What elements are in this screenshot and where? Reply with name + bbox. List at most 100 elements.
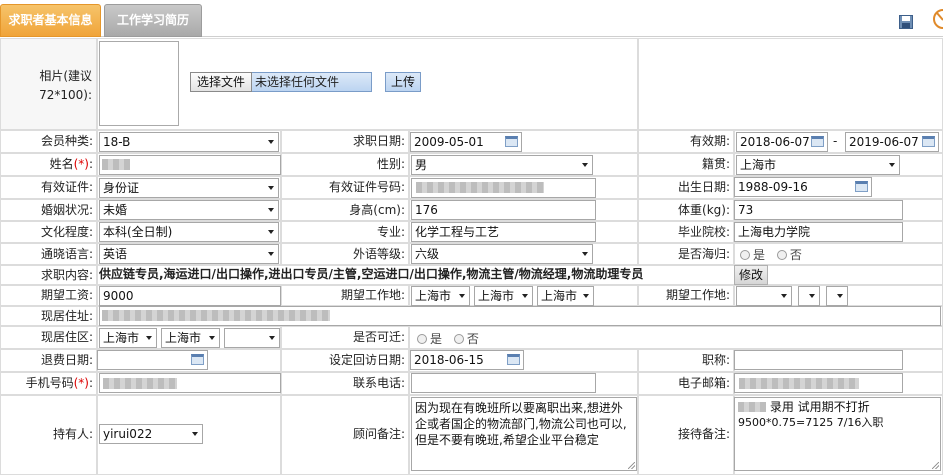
- upload-button[interactable]: 上传: [385, 72, 421, 92]
- loc1-value: 上海市: [415, 289, 452, 303]
- calendar-icon[interactable]: [811, 136, 824, 147]
- refund-date-input[interactable]: [97, 350, 208, 370]
- close-icon[interactable]: [931, 8, 943, 32]
- reception-note-line1: 录用 试用期不打折: [738, 400, 937, 415]
- expected-location-city[interactable]: 上海市: [474, 286, 533, 306]
- valid-from-input[interactable]: 2018-06-07: [736, 132, 828, 152]
- chevron-down-icon: [781, 294, 787, 298]
- returnee-radio-group: 是 否: [740, 246, 802, 263]
- major-value: 化学工程与工艺: [415, 225, 500, 239]
- valid-from-value: 2018-06-07: [740, 135, 810, 149]
- foreign-level-select[interactable]: 六级: [411, 244, 593, 264]
- member-type-value: 18-B: [103, 135, 131, 149]
- member-type-select[interactable]: 18-B: [99, 132, 279, 152]
- school-input[interactable]: 上海电力学院: [734, 222, 903, 242]
- gender-label: 性别:: [281, 153, 409, 176]
- apply-date-input[interactable]: 2009-05-01: [410, 132, 522, 152]
- height-input[interactable]: 176: [411, 200, 596, 220]
- required-suffix: :: [88, 157, 93, 171]
- height-value: 176: [415, 203, 438, 217]
- relocate-yes-radio[interactable]: 是: [417, 332, 442, 346]
- valid-period-label: 有效期:: [638, 130, 734, 153]
- expected-location2-city[interactable]: [798, 286, 820, 306]
- calendar-icon[interactable]: [505, 136, 518, 147]
- valid-to-input[interactable]: 2019-06-07: [845, 132, 939, 152]
- chevron-down-icon: [209, 336, 215, 340]
- id-type-label: 有效证件:: [0, 176, 97, 199]
- redacted-mobile: [103, 378, 177, 389]
- foreign-level-label: 外语等级:: [281, 243, 409, 265]
- valid-period-separator: -: [833, 134, 838, 148]
- expected-location-province[interactable]: 上海市: [411, 286, 470, 306]
- reception-note-label: 接待备注:: [638, 395, 734, 475]
- phone-label: 联系电话:: [281, 372, 409, 395]
- school-label: 毕业院校:: [638, 221, 734, 243]
- job-content-text: 供应链专员,海运进口/出口操作,进出口专员/主管,空运进口/出口操作,物流主管/…: [99, 267, 644, 281]
- name-label-text: 姓名: [49, 157, 74, 171]
- marital-label: 婚姻状况:: [0, 199, 97, 221]
- radio-yes-label: 是: [430, 332, 443, 346]
- expected-salary-input[interactable]: 9000: [99, 286, 281, 306]
- birth-date-input[interactable]: 1988-09-16: [734, 177, 872, 197]
- expected-location2-district[interactable]: [826, 286, 848, 306]
- revisit-date-label: 设定回访日期:: [281, 349, 409, 372]
- language-select[interactable]: 英语: [99, 244, 279, 264]
- id-type-value: 身份证: [103, 181, 140, 195]
- reception-note-line1-text: 录用 试用期不打折: [769, 400, 870, 414]
- apply-date-value: 2009-05-01: [414, 135, 484, 149]
- id-type-select[interactable]: 身份证: [99, 178, 279, 198]
- relocate-no-radio[interactable]: 否: [453, 332, 479, 346]
- tab-work-study-resume[interactable]: 工作学习简历: [104, 4, 202, 37]
- weight-input[interactable]: 73: [734, 200, 903, 220]
- school-value: 上海电力学院: [738, 225, 811, 239]
- calendar-icon[interactable]: [507, 354, 520, 365]
- chevron-down-icon: [459, 294, 465, 298]
- returnee-no-radio[interactable]: 否: [776, 248, 802, 262]
- marital-select[interactable]: 未婚: [99, 200, 279, 220]
- gender-select[interactable]: 男: [411, 155, 593, 175]
- returnee-yes-radio[interactable]: 是: [740, 248, 765, 262]
- calendar-icon[interactable]: [855, 181, 868, 192]
- resize-handle[interactable]: [932, 462, 939, 469]
- district1-value: 上海市: [103, 331, 140, 345]
- modify-button[interactable]: 修改: [734, 265, 768, 285]
- district-area-select[interactable]: [224, 328, 280, 348]
- district2-value: 上海市: [165, 331, 202, 345]
- height-label: 身高(cm):: [281, 199, 409, 221]
- relocate-label: 是否可迁:: [281, 326, 409, 349]
- revisit-date-input[interactable]: 2018-06-15: [410, 350, 524, 370]
- calendar-icon[interactable]: [922, 136, 935, 147]
- member-type-label: 会员种类:: [0, 130, 97, 153]
- major-input[interactable]: 化学工程与工艺: [411, 222, 596, 242]
- refund-date-label: 退费日期:: [0, 349, 97, 372]
- native-place-select[interactable]: 上海市: [736, 155, 900, 175]
- title-input[interactable]: [734, 350, 903, 370]
- district-city-select[interactable]: 上海市: [161, 328, 220, 348]
- tab-basic-info[interactable]: 求职者基本信息: [0, 4, 101, 37]
- education-label: 文化程度:: [0, 221, 97, 243]
- reception-note-textarea[interactable]: 录用 试用期不打折 9500*0.75=7125 7/16入职: [734, 397, 941, 471]
- calendar-icon[interactable]: [191, 354, 204, 365]
- education-select[interactable]: 本科(全日制): [99, 222, 279, 242]
- chevron-down-icon: [889, 163, 895, 167]
- weight-value: 73: [738, 203, 754, 217]
- district-province-select[interactable]: 上海市: [99, 328, 157, 348]
- consultant-note-textarea[interactable]: 因为现在有晚班所以要离职出来,想进外企或者国企的物流部门,物流公司也可以,但是不…: [411, 397, 637, 471]
- chevron-down-icon: [146, 336, 152, 340]
- gender-value: 男: [415, 158, 428, 172]
- expected-salary-value: 9000: [103, 289, 134, 303]
- required-mark: (*): [73, 376, 89, 390]
- expected-location2-province[interactable]: [736, 286, 792, 306]
- phone-input[interactable]: [411, 373, 596, 393]
- marital-value: 未婚: [103, 203, 128, 217]
- redacted-email: [739, 378, 859, 389]
- valid-to-value: 2019-06-07: [849, 135, 919, 149]
- chevron-down-icon: [809, 294, 815, 298]
- holder-select[interactable]: yirui022: [99, 424, 203, 444]
- choose-file-button[interactable]: 选择文件: [190, 72, 252, 92]
- expected-location-district[interactable]: 上海市: [537, 286, 594, 306]
- chevron-down-icon: [268, 230, 274, 234]
- resize-handle[interactable]: [628, 462, 635, 469]
- save-icon[interactable]: [899, 15, 913, 29]
- email-label: 电子邮箱:: [638, 372, 734, 395]
